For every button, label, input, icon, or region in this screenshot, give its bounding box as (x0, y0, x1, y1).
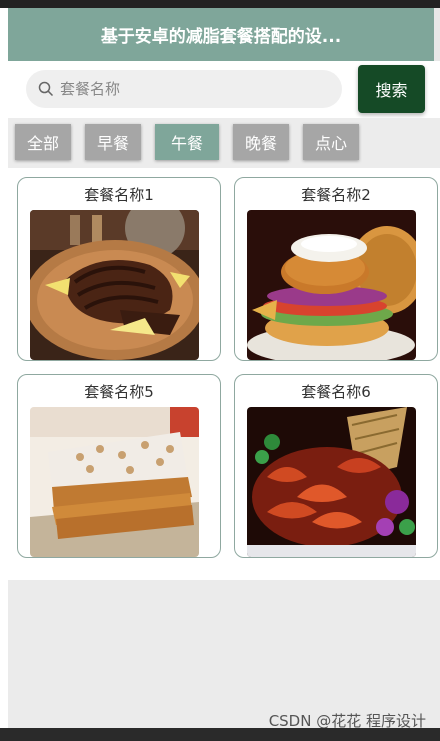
meal-name: 套餐名称2 (301, 186, 371, 204)
meal-name: 套餐名称1 (84, 186, 154, 204)
puff-pastry-image (30, 407, 199, 557)
status-strip (0, 0, 440, 8)
meal-card[interactable]: 套餐名称2 (234, 177, 438, 361)
grilled-steak-image (30, 210, 199, 360)
meal-name: 套餐名称5 (84, 383, 154, 401)
chicken-burger-image (247, 210, 416, 360)
meal-grid: 套餐名称1 套餐名称2 套餐名称5 套餐名称6 (8, 168, 440, 580)
spicy-shrimp-image (247, 407, 416, 557)
empty-area (8, 580, 440, 728)
tab-snack[interactable]: 点心 (303, 124, 359, 160)
bottom-nav-strip (0, 728, 440, 741)
tab-all[interactable]: 全部 (15, 124, 71, 160)
meal-name: 套餐名称6 (301, 383, 371, 401)
meal-card[interactable]: 套餐名称5 (17, 374, 221, 558)
tab-dinner[interactable]: 晚餐 (233, 124, 289, 160)
search-icon (38, 81, 54, 97)
left-edge (0, 8, 8, 728)
tab-breakfast[interactable]: 早餐 (85, 124, 141, 160)
page-title: 基于安卓的减脂套餐搭配的设... (100, 27, 342, 47)
search-input[interactable] (60, 80, 300, 98)
category-tabs: 全部 早餐 午餐 晚餐 点心 (8, 118, 440, 168)
tab-lunch[interactable]: 午餐 (155, 124, 219, 160)
search-button[interactable]: 搜索 (358, 65, 425, 113)
search-box[interactable] (26, 70, 342, 108)
search-row: 搜索 (8, 61, 440, 118)
meal-card[interactable]: 套餐名称1 (17, 177, 221, 361)
meal-card[interactable]: 套餐名称6 (234, 374, 438, 558)
app-title-bar: 基于安卓的减脂套餐搭配的设... (8, 8, 434, 61)
